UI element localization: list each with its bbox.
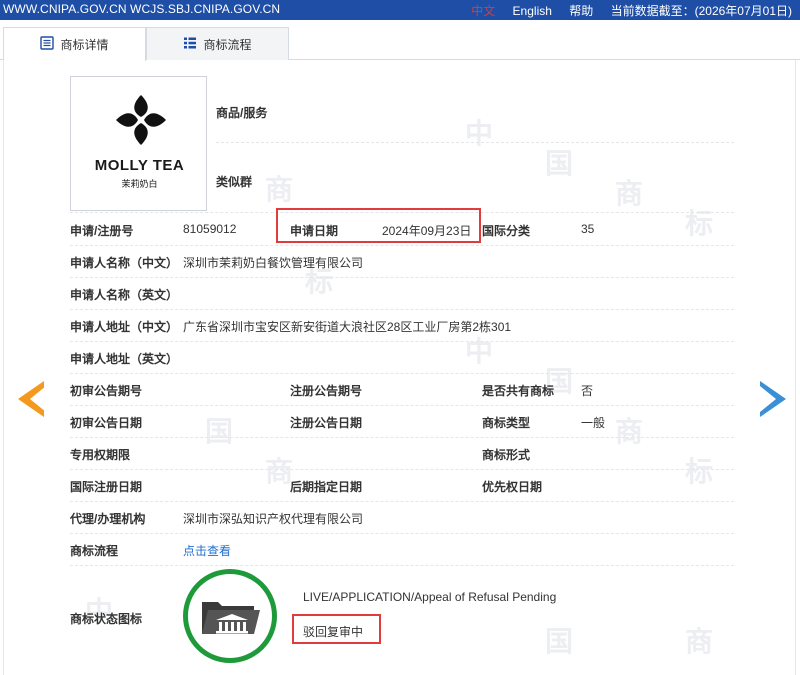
divider <box>70 565 734 566</box>
priority-date-label: 优先权日期 <box>482 480 543 494</box>
top-bar: WWW.CNIPA.GOV.CN WCJS.SBJ.CNIPA.GOV.CN 中… <box>0 0 800 20</box>
tm-type-label: 商标类型 <box>482 416 531 430</box>
applicant-cn-label: 申请人名称（中文） <box>70 256 179 270</box>
status-badge <box>183 569 277 663</box>
prelim-date-label: 初审公告日期 <box>70 416 143 430</box>
later-date-label: 后期指定日期 <box>290 480 363 494</box>
reg-no-value: 81059012 <box>183 222 237 236</box>
intl-reg-date-label: 国际注册日期 <box>70 480 143 494</box>
list-icon <box>183 36 197 53</box>
tab-trademark-process[interactable]: 商标流程 <box>146 27 289 60</box>
status-icon-label: 商标状态图标 <box>70 612 143 626</box>
applicant-en-label: 申请人名称（英文） <box>70 288 179 302</box>
intl-class-label: 国际分类 <box>482 224 531 238</box>
exclusive-period-label: 专用权期限 <box>70 448 131 462</box>
status-english: LIVE/APPLICATION/Appeal of Refusal Pendi… <box>303 590 557 604</box>
reg-no-label: 申请/注册号 <box>70 224 134 238</box>
help-link[interactable]: 帮助 <box>569 4 593 18</box>
tm-form-label: 商标形式 <box>482 448 531 462</box>
divider <box>70 373 734 374</box>
similar-group-label: 类似群 <box>216 175 253 189</box>
divider <box>70 405 734 406</box>
lang-zh-link[interactable]: 中文 <box>471 4 495 18</box>
divider <box>70 277 734 278</box>
divider <box>70 437 734 438</box>
shared-value: 否 <box>581 384 594 398</box>
prev-arrow-cutout <box>30 386 46 412</box>
site-links[interactable]: WWW.CNIPA.GOV.CN WCJS.SBJ.CNIPA.GOV.CN <box>3 2 280 16</box>
address-cn-label: 申请人地址（中文） <box>70 320 179 334</box>
goods-services-label: 商品/服务 <box>216 106 268 120</box>
divider <box>70 469 734 470</box>
agency-label: 代理/办理机构 <box>70 512 146 526</box>
divider <box>70 309 734 310</box>
reg-notice-no-label: 注册公告期号 <box>290 384 363 398</box>
status-highlight <box>292 614 381 644</box>
logo-brand-subtitle: 茉莉奶白 <box>121 179 158 189</box>
prelim-no-label: 初审公告期号 <box>70 384 143 398</box>
apply-date-highlight <box>276 208 481 243</box>
process-label: 商标流程 <box>70 544 119 558</box>
logo-brand-name: MOLLY TEA <box>94 157 185 174</box>
shared-label: 是否共有商标 <box>482 384 555 398</box>
top-bar-right: 中文 English 帮助 当前数据截至：(2026年07月01日) <box>471 2 792 19</box>
folder-building-icon <box>202 602 260 634</box>
divider <box>70 245 734 246</box>
flower-icon <box>116 95 166 145</box>
trademark-logo-image: MOLLY TEA 茉莉奶白 <box>70 76 207 211</box>
intl-class-value: 35 <box>581 222 595 236</box>
address-en-label: 申请人地址（英文） <box>70 352 179 366</box>
tab-label: 商标详情 <box>60 38 109 52</box>
document-icon <box>40 36 55 53</box>
address-cn-value: 广东省深圳市宝安区新安街道大浪社区28区工业厂房第2栋301 <box>183 320 512 334</box>
tab-trademark-details[interactable]: 商标详情 <box>3 27 146 61</box>
tm-type-value: 一般 <box>581 416 606 430</box>
tab-label: 商标流程 <box>203 37 252 52</box>
divider <box>70 533 734 534</box>
divider <box>70 341 734 342</box>
tab-bar: 商标详情 商标流程 <box>0 27 800 61</box>
reg-notice-date-label: 注册公告日期 <box>290 416 363 430</box>
applicant-cn-value: 深圳市茉莉奶白餐饮管理有限公司 <box>183 256 364 270</box>
agency-value: 深圳市深弘知识产权代理有限公司 <box>183 512 364 526</box>
view-process-link[interactable]: 点击查看 <box>183 542 231 559</box>
lang-en-link[interactable]: English <box>513 4 552 18</box>
divider <box>70 501 734 502</box>
next-arrow-cutout <box>760 386 776 412</box>
data-date: 当前数据截至：(2026年07月01日) <box>610 4 792 18</box>
divider <box>216 142 734 143</box>
